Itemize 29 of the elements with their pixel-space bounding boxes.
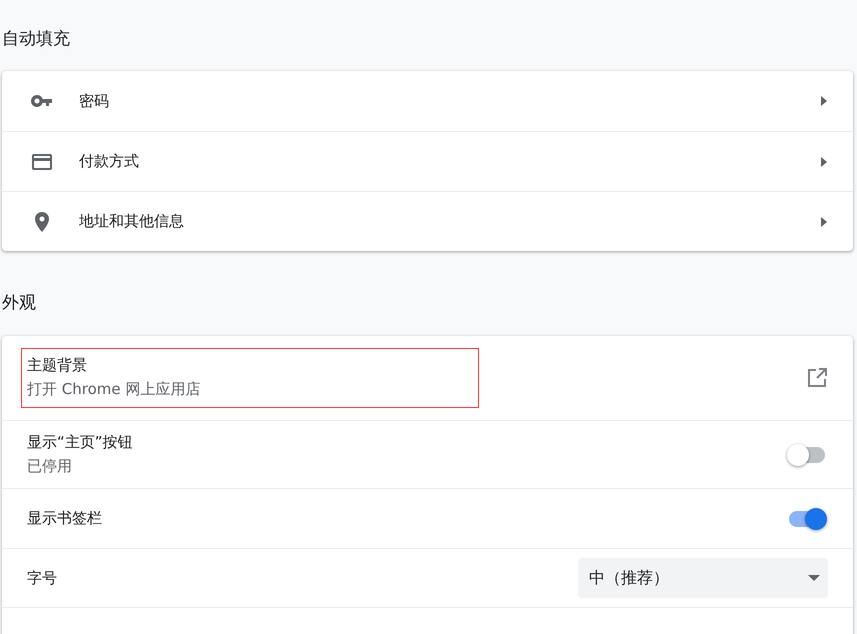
font-size-dropdown[interactable]: 中（推荐） <box>578 558 828 598</box>
settings-row[interactable]: 付款方式 <box>2 131 853 191</box>
setting-label: 字号 <box>27 568 58 588</box>
external-link-icon[interactable] <box>807 368 827 388</box>
credit-card-icon <box>32 154 52 170</box>
setting-label: 显示书签栏 <box>27 509 103 528</box>
toggle-switch[interactable] <box>789 446 825 462</box>
settings-row[interactable]: 显示书签栏 <box>2 488 853 548</box>
arrow-right-icon[interactable] <box>821 216 827 226</box>
settings-row[interactable]: 主题背景 打开 Chrome 网上应用店 <box>2 336 853 420</box>
setting-label: 主题背景 <box>27 356 88 375</box>
key-icon <box>31 95 53 107</box>
setting-description: 打开 Chrome 网上应用店 <box>27 380 202 399</box>
setting-description: 已停用 <box>27 457 73 476</box>
section-title: 自动填充 <box>1 28 71 51</box>
setting-label: 密码 <box>79 92 110 110</box>
arrow-right-icon[interactable] <box>821 156 827 166</box>
settings-row[interactable]: 密码 <box>2 71 853 131</box>
section-title: 外观 <box>1 292 37 315</box>
settings-row[interactable]: 字号 中（推荐） <box>2 548 853 608</box>
arrow-right-icon[interactable] <box>821 96 827 106</box>
settings-row[interactable]: 地址和其他信息 <box>2 191 853 251</box>
location-pin-icon <box>35 212 49 232</box>
caret-down-icon <box>808 575 820 581</box>
toggle-switch[interactable] <box>789 510 825 526</box>
settings-row[interactable]: 显示“主页”按钮 已停用 <box>2 420 853 488</box>
setting-label: 地址和其他信息 <box>79 212 185 231</box>
setting-label: 付款方式 <box>79 152 140 171</box>
setting-label: 显示“主页”按钮 <box>27 433 134 452</box>
